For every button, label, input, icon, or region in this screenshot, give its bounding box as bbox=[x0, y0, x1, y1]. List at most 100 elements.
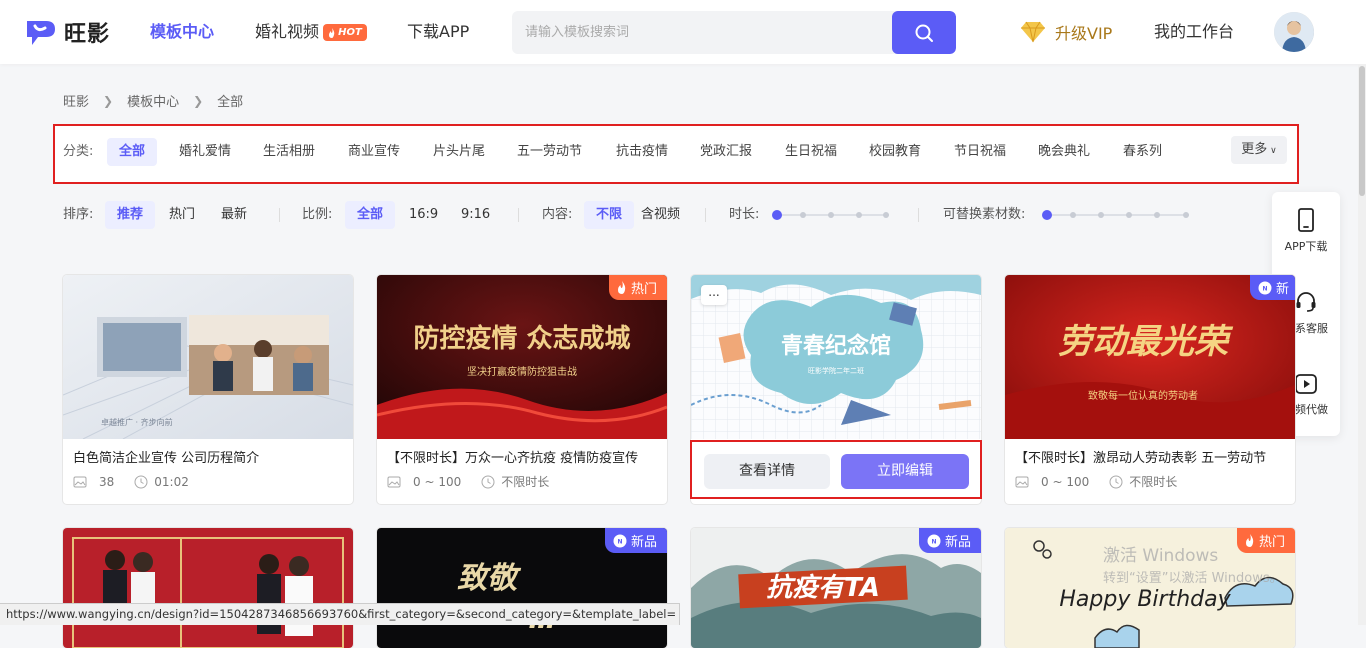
category-chip[interactable]: 校园教育 bbox=[857, 138, 933, 166]
category-chip[interactable]: 商业宣传 bbox=[336, 138, 412, 166]
labor-day-thumbnail-icon: 劳动最光荣 致敬每一位认真的劳动者 bbox=[1005, 275, 1295, 439]
thumb-caption: 卓越推广 · 齐步向前 bbox=[101, 417, 173, 427]
card-title[interactable]: 【不限时长】万众一心齐抗疫 疫情防疫宣传 bbox=[387, 450, 657, 468]
flame-icon bbox=[329, 27, 335, 38]
sort-option-recommended[interactable]: 推荐 bbox=[105, 201, 156, 229]
slider-tick bbox=[1126, 212, 1132, 218]
browser-status-url: https://www.wangying.cn/design?id=150428… bbox=[0, 603, 680, 625]
brand-logo[interactable]: 旺影 bbox=[24, 16, 110, 48]
duration-slider[interactable] bbox=[772, 210, 889, 220]
new-badge: N 新 bbox=[1249, 275, 1295, 300]
content-option-with-video[interactable]: 含视频 bbox=[629, 201, 692, 229]
category-chip[interactable]: 生日祝福 bbox=[773, 138, 849, 166]
wedding-thumbnail-icon bbox=[63, 528, 353, 648]
search-icon bbox=[915, 24, 933, 42]
play-icon bbox=[1295, 374, 1317, 394]
side-app-download-label: APP下载 bbox=[1284, 240, 1328, 253]
sort-option-latest[interactable]: 最新 bbox=[209, 201, 259, 229]
materials-slider[interactable] bbox=[1042, 210, 1189, 220]
breadcrumb-home[interactable]: 旺影 bbox=[63, 91, 89, 110]
template-card[interactable]: 防控疫情 众志成城 坚决打赢疫情防控狙击战 热门 【不限时长】万众一心齐抗疫 疫… bbox=[377, 275, 667, 504]
top-navigation-bar: 旺影 模板中心 婚礼视频 HOT 下载APP 升级VIP 我的工作台 bbox=[0, 0, 1366, 64]
svg-text:N: N bbox=[617, 538, 622, 545]
flame-icon bbox=[617, 281, 626, 294]
view-details-button[interactable]: 查看详情 bbox=[704, 454, 830, 489]
new-tag-icon: N bbox=[927, 534, 941, 547]
card-material-count: 0 ~ 100 bbox=[1041, 475, 1090, 489]
card-hover-actions: 查看详情 立即编辑 bbox=[690, 440, 982, 499]
category-chip[interactable]: 抗击疫情 bbox=[604, 138, 680, 166]
card-title[interactable]: 白色简洁企业宣传 公司历程简介 bbox=[73, 450, 343, 468]
nav-wedding-video[interactable]: 婚礼视频 bbox=[255, 20, 319, 44]
youth-memorial-thumbnail-icon: 青春纪念馆 旺影学院二年二班 bbox=[691, 275, 981, 439]
scrollbar-thumb[interactable] bbox=[1359, 66, 1365, 196]
chevron-down-icon: ∨ bbox=[1267, 146, 1277, 156]
activate-windows-hint: 转到“设置”以激活 Windows。 bbox=[1103, 571, 1283, 586]
slider-tick bbox=[1098, 212, 1104, 218]
user-avatar[interactable] bbox=[1274, 12, 1314, 52]
template-card[interactable]: 致敬 … N 新品 bbox=[377, 528, 667, 648]
thumb-headline: 致敬 bbox=[457, 561, 522, 596]
ratio-option-16-9[interactable]: 16:9 bbox=[397, 201, 450, 229]
page-scrollbar[interactable] bbox=[1358, 64, 1366, 625]
upgrade-vip-button[interactable]: 升级VIP bbox=[1019, 20, 1112, 44]
materials-slider-handle[interactable] bbox=[1042, 210, 1052, 220]
slider-tick bbox=[1154, 212, 1160, 218]
breadcrumb-template-center[interactable]: 模板中心 bbox=[127, 91, 179, 110]
search-button[interactable] bbox=[892, 11, 956, 54]
category-chip[interactable]: 片头片尾 bbox=[421, 138, 497, 166]
duration-slider-handle[interactable] bbox=[772, 210, 782, 220]
divider bbox=[518, 208, 519, 222]
svg-text:N: N bbox=[931, 538, 936, 545]
category-chip[interactable]: 五一劳动节 bbox=[505, 138, 594, 166]
template-card[interactable]: 劳动最光荣 致敬每一位认真的劳动者 N 新 【不限时长】激昂动人劳动表彰 五一劳… bbox=[1005, 275, 1295, 504]
clock-icon bbox=[481, 475, 495, 489]
thumb-subline: 旺影学院二年二班 bbox=[808, 366, 864, 375]
category-chip[interactable]: 党政汇报 bbox=[688, 138, 764, 166]
breadcrumb: 旺影 ❯ 模板中心 ❯ 全部 bbox=[63, 91, 243, 111]
my-workbench-link[interactable]: 我的工作台 bbox=[1154, 20, 1234, 44]
chevron-right-icon: ❯ bbox=[103, 93, 114, 108]
content-label: 内容: bbox=[542, 207, 573, 222]
slider-tick bbox=[1070, 212, 1076, 218]
category-chip-all[interactable]: 全部 bbox=[107, 138, 158, 166]
ratio-option-all[interactable]: 全部 bbox=[345, 201, 396, 229]
sort-option-hot[interactable]: 热门 bbox=[157, 201, 207, 229]
thumb-headline: 劳动最光荣 bbox=[1058, 322, 1234, 362]
card-more-options-button[interactable]: ... bbox=[701, 285, 727, 305]
nav-download-app[interactable]: 下载APP bbox=[407, 20, 469, 44]
image-icon bbox=[387, 476, 401, 488]
content-option-unlimited[interactable]: 不限 bbox=[584, 201, 635, 229]
ratio-option-9-16[interactable]: 9:16 bbox=[449, 201, 502, 229]
thumb-headline: 青春纪念馆 bbox=[781, 333, 891, 359]
edit-now-button[interactable]: 立即编辑 bbox=[841, 454, 969, 489]
badge-label: 新 bbox=[1275, 282, 1289, 297]
image-icon bbox=[1015, 476, 1029, 488]
card-thumbnail[interactable]: 劳动最光荣 致敬每一位认真的劳动者 bbox=[1005, 275, 1295, 439]
card-meta: 0 ~ 100 不限时长 bbox=[387, 474, 549, 490]
card-thumbnail[interactable]: 卓越推广 · 齐步向前 bbox=[63, 275, 353, 439]
template-card[interactable] bbox=[63, 528, 353, 648]
activate-windows-watermark: 激活 Windows bbox=[1103, 546, 1219, 566]
duration-label: 时长: bbox=[729, 207, 760, 222]
card-thumbnail[interactable]: 青春纪念馆 旺影学院二年二班 bbox=[691, 275, 981, 439]
category-label: 分类: bbox=[63, 144, 94, 159]
category-more-button[interactable]: 更多 ∨ bbox=[1231, 136, 1287, 164]
thumb-headline: Happy Birthday bbox=[1059, 587, 1231, 612]
flame-icon bbox=[1245, 534, 1254, 547]
category-chip[interactable]: 生活相册 bbox=[251, 138, 327, 166]
divider bbox=[705, 208, 706, 222]
category-chip[interactable]: 婚礼爱情 bbox=[167, 138, 243, 166]
template-card[interactable]: 卓越推广 · 齐步向前 白色简洁企业宣传 公司历程简介 38 01:02 bbox=[63, 275, 353, 504]
side-app-download[interactable]: APP下载 bbox=[1272, 196, 1340, 266]
card-meta: 0 ~ 100 不限时长 bbox=[1015, 474, 1177, 490]
card-title[interactable]: 【不限时长】激昂动人劳动表彰 五一劳动节 bbox=[1015, 450, 1285, 468]
category-chip[interactable]: 晚会典礼 bbox=[1026, 138, 1102, 166]
nav-template-center[interactable]: 模板中心 bbox=[150, 20, 214, 44]
category-chip[interactable]: 春系列 bbox=[1111, 138, 1174, 166]
template-card[interactable]: 抗疫有TA N 新品 bbox=[691, 528, 981, 648]
category-chip[interactable]: 节日祝福 bbox=[942, 138, 1018, 166]
logo-mark-icon bbox=[27, 21, 55, 45]
search-input[interactable] bbox=[512, 11, 892, 54]
new-badge: N 新品 bbox=[604, 528, 667, 553]
